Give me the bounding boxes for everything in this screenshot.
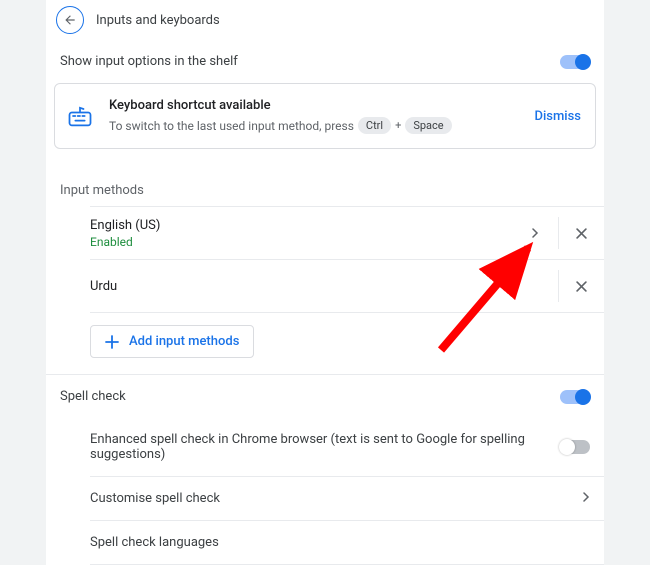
spellcheck-languages-row[interactable]: Spell check languages xyxy=(90,521,604,565)
header: Inputs and keyboards xyxy=(46,0,604,40)
chevron-right-icon xyxy=(582,491,590,506)
input-method-row: English (US) Enabled xyxy=(90,206,604,260)
input-method-row: Urdu xyxy=(90,260,604,313)
close-icon xyxy=(576,228,587,239)
enhanced-spellcheck-toggle[interactable] xyxy=(560,440,590,454)
page-title: Inputs and keyboards xyxy=(96,13,220,28)
spellcheck-languages-label: Spell check languages xyxy=(90,535,219,550)
spellcheck-heading: Spell check xyxy=(60,389,126,404)
input-method-status: Enabled xyxy=(90,235,512,249)
key-ctrl: Ctrl xyxy=(358,117,391,134)
input-method-details-button[interactable] xyxy=(512,217,558,249)
shortcut-card-title: Keyboard shortcut available xyxy=(109,98,520,113)
shortcut-card-subtitle: To switch to the last used input method,… xyxy=(109,117,520,134)
plus-icon: + xyxy=(395,119,401,132)
key-space: Space xyxy=(405,117,451,134)
input-method-name: English (US) xyxy=(90,218,512,233)
input-method-name: Urdu xyxy=(90,279,558,294)
input-methods-heading: Input methods xyxy=(46,163,604,206)
spellcheck-row: Spell check xyxy=(46,374,604,418)
shelf-option-toggle[interactable] xyxy=(560,55,590,69)
shelf-option-row: Show input options in the shelf xyxy=(46,40,604,83)
enhanced-spellcheck-row: Enhanced spell check in Chrome browser (… xyxy=(90,418,604,477)
enhanced-spellcheck-label: Enhanced spell check in Chrome browser (… xyxy=(90,432,560,462)
shortcut-card: Keyboard shortcut available To switch to… xyxy=(54,83,596,149)
close-icon xyxy=(576,281,587,292)
back-button[interactable] xyxy=(56,6,84,34)
chevron-right-icon xyxy=(531,228,539,238)
customise-spellcheck-row[interactable]: Customise spell check xyxy=(90,477,604,521)
input-method-remove-button[interactable] xyxy=(558,217,604,249)
settings-panel: Inputs and keyboards Show input options … xyxy=(46,0,604,565)
input-method-list: English (US) Enabled Urdu xyxy=(46,206,604,313)
dismiss-button[interactable]: Dismiss xyxy=(534,109,581,124)
keyboard-icon xyxy=(65,101,95,131)
customise-spellcheck-label: Customise spell check xyxy=(90,491,220,506)
add-input-methods-button[interactable]: Add input methods xyxy=(90,325,254,358)
plus-icon xyxy=(105,335,119,349)
input-method-remove-button[interactable] xyxy=(558,270,604,302)
shelf-option-label: Show input options in the shelf xyxy=(60,54,238,69)
arrow-left-icon xyxy=(63,13,77,27)
spellcheck-toggle[interactable] xyxy=(560,390,590,404)
